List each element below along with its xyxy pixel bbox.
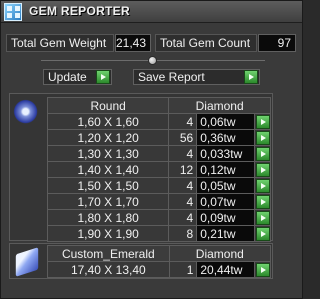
gem-row: 1,90 X 1,90 8 0,21tw xyxy=(46,225,271,242)
gem-count-cell: 4 xyxy=(168,145,198,162)
gem-count-cell: 12 xyxy=(168,161,198,178)
gem-row: 1,40 X 1,40 12 0,12tw xyxy=(46,161,271,178)
gem-row: 1,50 X 1,50 4 0,05tw xyxy=(46,177,271,194)
row-go-cell[interactable] xyxy=(254,113,271,130)
gem-size-cell: 1,90 X 1,90 xyxy=(46,225,170,242)
cut-name-header: Round xyxy=(46,97,170,114)
gem-weight-cell: 20,44tw xyxy=(196,261,256,278)
gem-reporter-icon xyxy=(4,3,22,21)
select-row-arrow-icon[interactable] xyxy=(256,227,271,241)
gem-size-cell: 1,40 X 1,40 xyxy=(46,161,170,178)
gem-size-cell: 1,80 X 1,80 xyxy=(46,209,170,226)
gem-count-cell: 4 xyxy=(168,113,198,130)
gem-row: 1,20 X 1,20 56 0,36tw xyxy=(46,129,271,146)
gem-size-cell: 1,70 X 1,70 xyxy=(46,193,170,210)
splitter-handle[interactable] xyxy=(148,56,157,65)
row-go-cell[interactable] xyxy=(254,225,271,242)
row-go-cell[interactable] xyxy=(254,193,271,210)
row-go-cell[interactable] xyxy=(254,145,271,162)
save-report-button-label: Save Report xyxy=(138,70,205,84)
save-report-button[interactable]: Save Report xyxy=(133,69,260,85)
emerald-gem-icon xyxy=(15,247,39,277)
row-go-cell[interactable] xyxy=(254,129,271,146)
gem-count-cell: 1 xyxy=(168,261,198,278)
gem-size-cell: 1,20 X 1,20 xyxy=(46,129,170,146)
gem-count-cell: 4 xyxy=(168,209,198,226)
round-gem-icon xyxy=(13,99,41,127)
update-button-label: Update xyxy=(48,70,87,84)
gem-size-cell: 1,50 X 1,50 xyxy=(46,177,170,194)
gem-count-cell: 4 xyxy=(168,177,198,194)
row-go-cell[interactable] xyxy=(254,209,271,226)
gem-weight-cell: 0,12tw xyxy=(196,161,256,178)
select-row-arrow-icon[interactable] xyxy=(256,147,271,161)
update-go-icon[interactable] xyxy=(96,70,110,84)
window-title: GEM REPORTER xyxy=(29,4,130,18)
material-header: Diamond xyxy=(168,245,272,262)
emerald-header-row: Custom_Emerald Diamond xyxy=(47,245,272,262)
gem-size-cell: 1,60 X 1,60 xyxy=(46,113,170,130)
emerald-gem-table: Custom_Emerald Diamond 17,40 X 13,40 1 20,… xyxy=(47,245,272,278)
select-row-arrow-icon[interactable] xyxy=(256,179,271,193)
update-button[interactable]: Update xyxy=(43,69,112,85)
gem-weight-cell: 0,36tw xyxy=(196,129,256,146)
select-row-arrow-icon[interactable] xyxy=(256,211,271,225)
gem-weight-cell: 0,21tw xyxy=(196,225,256,242)
select-row-arrow-icon[interactable] xyxy=(256,263,271,277)
round-diamond-group: Round Diamond 1,60 X 1,60 4 0,06tw 1,20 X 1… xyxy=(9,93,273,242)
panel-splitter[interactable] xyxy=(41,56,265,65)
gem-weight-cell: 0,06tw xyxy=(196,113,256,130)
gem-count-cell: 56 xyxy=(168,129,198,146)
gem-count-cell: 8 xyxy=(168,225,198,242)
gem-reporter-panel: GEM REPORTER Total Gem Weight 21,43 Tota… xyxy=(0,0,303,299)
total-gem-count-value: 97 xyxy=(258,34,296,52)
gem-size-cell: 1,30 X 1,30 xyxy=(46,145,170,162)
gem-size-cell: 17,40 X 13,40 xyxy=(47,261,170,278)
gem-weight-cell: 0,05tw xyxy=(196,177,256,194)
select-row-arrow-icon[interactable] xyxy=(256,195,271,209)
gem-row: 17,40 X 13,40 1 20,44tw xyxy=(47,261,271,278)
row-go-cell[interactable] xyxy=(254,177,271,194)
gem-weight-cell: 0,033tw xyxy=(196,145,256,162)
total-gem-count-label: Total Gem Count xyxy=(155,34,257,52)
round-gem-table: Round Diamond 1,60 X 1,60 4 0,06tw 1,20 X 1… xyxy=(46,97,271,242)
select-row-arrow-icon[interactable] xyxy=(256,131,271,145)
gem-row: 1,60 X 1,60 4 0,06tw xyxy=(46,113,271,130)
total-gem-weight-value: 21,43 xyxy=(115,34,151,52)
select-row-arrow-icon[interactable] xyxy=(256,163,271,177)
round-header-row: Round Diamond xyxy=(46,97,271,114)
select-row-arrow-icon[interactable] xyxy=(256,115,271,129)
gem-row: 1,80 X 1,80 4 0,09tw xyxy=(46,209,271,226)
gem-weight-cell: 0,07tw xyxy=(196,193,256,210)
emerald-diamond-group: Custom_Emerald Diamond 17,40 X 13,40 1 20,… xyxy=(9,243,273,279)
cut-name-header: Custom_Emerald xyxy=(47,245,170,262)
gem-row: 1,70 X 1,70 4 0,07tw xyxy=(46,193,271,210)
row-go-cell[interactable] xyxy=(254,261,271,278)
material-header: Diamond xyxy=(168,97,271,114)
row-go-cell[interactable] xyxy=(254,161,271,178)
title-bar: GEM REPORTER xyxy=(1,1,302,23)
save-report-go-icon[interactable] xyxy=(244,70,258,84)
total-gem-weight-label: Total Gem Weight xyxy=(6,34,114,52)
gem-count-cell: 4 xyxy=(168,193,198,210)
gem-row: 1,30 X 1,30 4 0,033tw xyxy=(46,145,271,162)
gem-weight-cell: 0,09tw xyxy=(196,209,256,226)
